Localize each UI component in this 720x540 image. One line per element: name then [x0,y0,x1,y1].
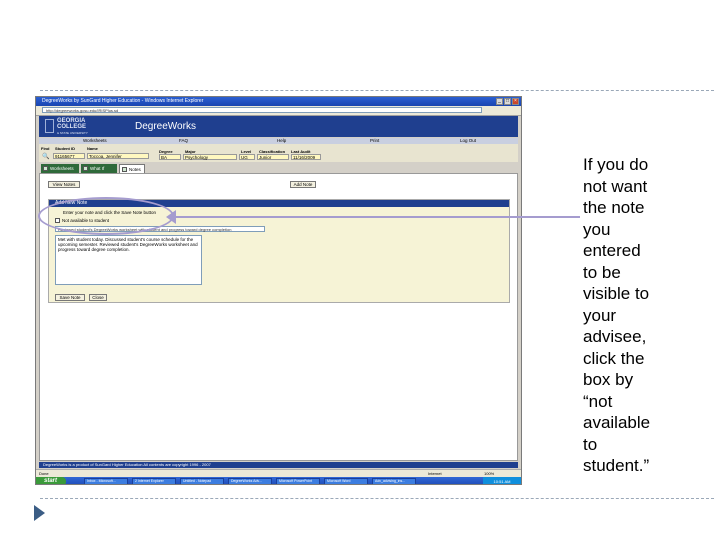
minimize-icon[interactable]: _ [496,98,503,105]
close-icon[interactable]: × [512,98,519,105]
tab-bar: Worksheets What If Notes [39,164,518,173]
view-notes-button[interactable]: View Notes [48,181,80,188]
tab-what-if[interactable]: What If [81,164,117,173]
level-field: UG [239,154,255,160]
callout-text: If you do not want the note you entered … [583,155,651,475]
taskbar-item[interactable]: Microsoft PowerPoint [276,478,320,484]
callout-pointer-line [172,216,580,218]
internet-zone: Internet [428,471,442,476]
address-input[interactable]: http://degreeworks.gcsu.edu/IRISPlus.sd [42,107,482,113]
student-name-select[interactable]: Toccoa, Jennifer [87,153,149,159]
college-logo: GEORGIA COLLEGE & STATE UNIVERSITY [45,118,97,135]
find-icon[interactable]: 🔍 [42,153,49,160]
window-titlebar: DegreeWorks by SunGard Higher Education … [36,97,521,106]
top-divider [40,90,714,91]
tab-worksheets[interactable]: Worksheets [41,164,79,173]
zoom-level[interactable]: 100% [484,470,494,477]
checkbox-highlight-oval [38,197,174,235]
close-note-button[interactable]: Close [89,294,107,301]
window-title: DegreeWorks by SunGard Higher Education … [42,98,204,104]
copyright-footer: DegreeWorks is a product of SunGard High… [39,462,518,468]
classification-field: Junior [257,154,289,160]
student-id-field[interactable]: 91165677 [53,153,85,159]
taskbar-item[interactable]: DegreeWorks Adv... [228,478,272,484]
add-note-button[interactable]: Add Note [290,181,316,188]
taskbar-item[interactable]: Untitled - Notepad [180,478,224,484]
degreeworks-screenshot: DegreeWorks by SunGard Higher Education … [35,96,522,485]
save-note-button[interactable]: Save Note [55,294,85,301]
tab-notes[interactable]: Notes [119,164,145,173]
degree-select[interactable]: BA [159,154,181,160]
system-tray-clock: 10:51 AM [483,477,521,484]
taskbar-item[interactable]: Inbox - Microsoft... [84,478,128,484]
app-header: GEORGIA COLLEGE & STATE UNIVERSITY Degre… [39,116,518,137]
app-name: DegreeWorks [135,121,196,132]
windows-taskbar: start Inbox - Microsoft... 2 Internet Ex… [36,477,521,484]
taskbar-item[interactable]: Microsoft Word [324,478,368,484]
start-button[interactable]: start [36,477,66,484]
student-info: Find Student ID Name Degree Major Level … [39,144,518,162]
taskbar-item[interactable]: 2 Internet Explorer [132,478,176,484]
window-controls: _ □ × [496,98,519,105]
major-field: Psychology [183,154,237,160]
what-if-tab-icon [83,166,88,171]
name-label: Name [87,146,98,151]
bottom-divider [40,498,714,499]
note-textarea[interactable]: Met with student today. Discussed studen… [55,235,202,285]
bullet-arrow-icon [34,505,45,521]
worksheets-tab-icon [43,166,48,171]
status-bar: Done Internet 100% [36,469,521,477]
crest-icon [45,119,54,133]
taskbar-item[interactable]: Adv_advising_ins... [372,478,416,484]
address-bar: http://degreeworks.gcsu.edu/IRISPlus.sd [36,106,521,116]
maximize-icon[interactable]: □ [504,98,511,105]
student-id-label: Student ID [55,146,75,151]
arrowhead-icon [166,210,176,224]
find-label: Find [41,146,50,151]
notes-tab-icon [122,167,127,172]
status-text: Done [39,471,49,476]
last-audit-field: 11/16/2009 [291,154,321,160]
